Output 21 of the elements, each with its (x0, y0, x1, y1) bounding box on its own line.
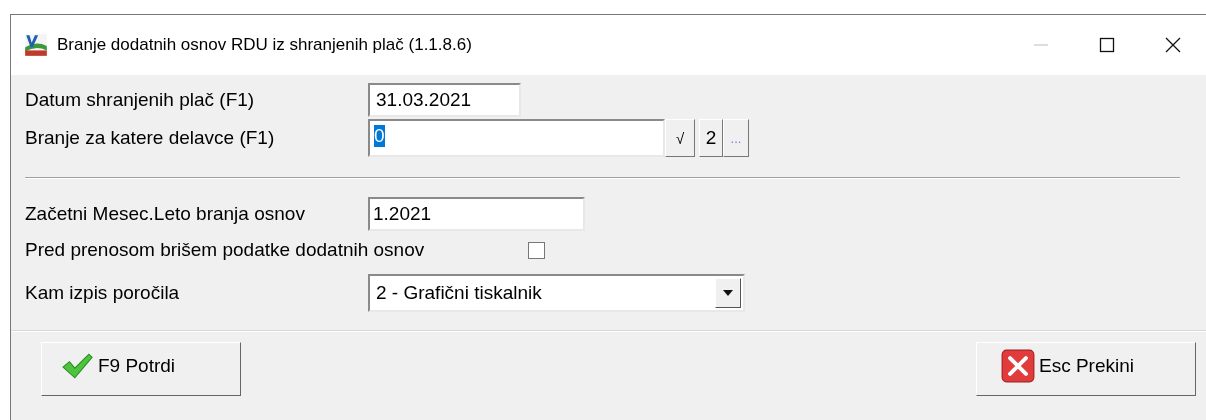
field-label: Datum shranjenih plač (F1) (25, 89, 256, 111)
app-logo-icon (23, 32, 49, 58)
checkmark-icon (60, 352, 94, 380)
workers-field[interactable]: 0 (368, 119, 665, 157)
caret-icon (723, 290, 733, 296)
start-period-field[interactable]: 1.2021 (368, 197, 585, 231)
checkbox[interactable] (528, 241, 545, 259)
field-label: Začetni Mesec.Leto branja osnov (25, 203, 306, 225)
field-label: Kam izpis poročila (25, 282, 181, 304)
cancel-button[interactable]: Esc Prekini (976, 342, 1196, 396)
field-label: Branje za katere delavce (F1) (25, 127, 276, 149)
count-button[interactable]: 2 (699, 119, 723, 157)
cross-icon (1001, 349, 1035, 383)
output-dropdown[interactable]: 2 - Grafični tiskalnik (368, 274, 745, 312)
date-field[interactable]: 31.03.2021 (368, 83, 521, 117)
close-icon[interactable] (1163, 35, 1183, 55)
maximize-icon[interactable] (1097, 35, 1117, 55)
check-button[interactable]: √ (665, 119, 695, 157)
window-title: Branje dodatnih osnov RDU iz shranjenih plač (1.1.8.6) (57, 35, 472, 55)
confirm-button[interactable]: F9 Potrdi (41, 342, 241, 396)
checkbox-label: Pred prenosom brišem podatke dodatnih osnov (25, 239, 426, 261)
